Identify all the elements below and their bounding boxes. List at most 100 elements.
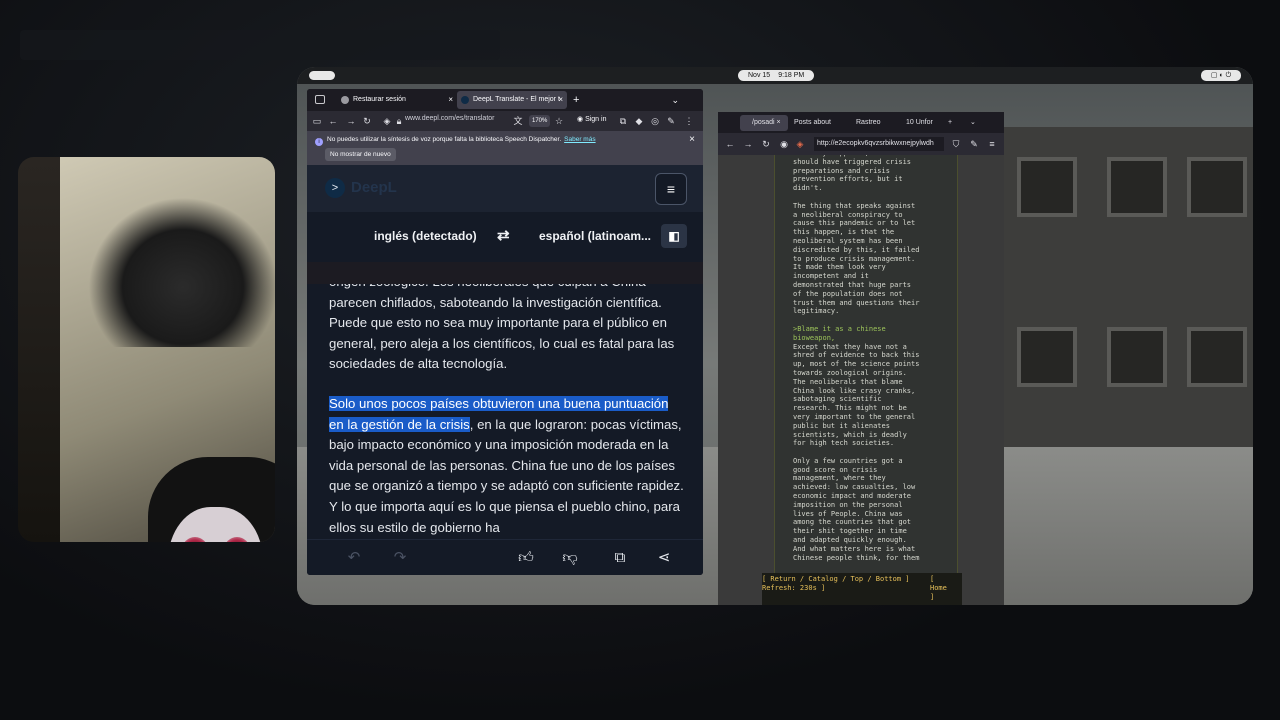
post-line xyxy=(793,193,943,202)
building-window xyxy=(1017,157,1077,217)
deepl-logo-text[interactable]: DeepL xyxy=(351,179,397,196)
tab-posadi[interactable]: /posadi × xyxy=(740,115,788,131)
shield-icon[interactable]: ◈ xyxy=(794,137,806,151)
workspace-indicator[interactable] xyxy=(309,71,335,80)
post-line: didn't. xyxy=(793,184,823,193)
deepl-header: > DeepL ≡ xyxy=(307,165,703,212)
panel-toggle-icon[interactable]: ◧ xyxy=(661,224,687,248)
undo-icon[interactable]: ↶ xyxy=(343,547,365,569)
language-bar: inglés (detectado) ⇄ español (latinoam..… xyxy=(307,212,703,262)
reload-icon[interactable]: ↻ xyxy=(760,137,772,151)
paragraph-text: , en la que lograron: pocas víctimas, ba… xyxy=(329,416,684,535)
tab-label: DeepL Translate - El mejor t xyxy=(473,96,560,103)
hamburger-menu-button[interactable]: ≡ xyxy=(655,173,687,205)
translation-output[interactable]: origen zoológico. Los neoliberales que c… xyxy=(307,284,703,539)
sign-in-button[interactable]: ◉ Sign in xyxy=(577,115,606,123)
back-icon[interactable]: ← xyxy=(724,137,736,151)
post-line: to produce crisis management. xyxy=(793,254,916,263)
extension-icon[interactable]: ⧉ xyxy=(617,114,629,128)
post-line: imposition on the personal xyxy=(793,500,903,509)
tab-rastreo[interactable]: Rastreo xyxy=(856,115,890,131)
clock-date: Nov 15 xyxy=(748,72,771,79)
tab-list-button[interactable]: ⌄ xyxy=(671,91,679,109)
post-line: this happen, is that the xyxy=(793,228,895,237)
clock-time: 9:18 PM xyxy=(778,72,805,79)
url-bar[interactable]: http://e2ecopkv6qvzsrbikwxnejpylwdh xyxy=(814,137,944,151)
imageboard-browser-window: /posadi × Posts about Rastreo 10 Unfor +… xyxy=(718,112,1004,605)
nav-toolbar: ← → ↻ ◉ ◈ http://e2ecopkv6qvzsrbikwxnejp… xyxy=(718,133,1004,155)
new-tab-button[interactable]: + xyxy=(573,91,579,109)
tab-label: /posadi xyxy=(752,119,775,126)
menu-icon[interactable]: ≡ xyxy=(986,137,998,151)
overflow-menu-icon[interactable]: ⋮ xyxy=(683,114,695,128)
dont-show-again-button[interactable]: No mostrar de nuevo xyxy=(325,148,396,161)
extension-icon[interactable]: ✎ xyxy=(665,114,677,128)
clock[interactable]: Nov 15 9:18 PM xyxy=(738,70,815,81)
post-line: a neoliberal conspiracy to xyxy=(793,210,903,219)
redo-icon[interactable]: ↷ xyxy=(389,547,411,569)
learn-more-link[interactable]: Saber más xyxy=(564,136,595,143)
source-language-select[interactable]: inglés (detectado) xyxy=(374,229,477,243)
post-line: management, where they xyxy=(793,474,886,483)
building-window xyxy=(1187,327,1247,387)
zoom-indicator[interactable]: 170% xyxy=(529,115,551,127)
post-line: And what matters here is what xyxy=(793,544,916,553)
tab-unfor[interactable]: 10 Unfor xyxy=(906,115,940,131)
bookmark-star-icon[interactable]: ☆ xyxy=(553,114,565,128)
thumbs-down-icon[interactable]: 👎︎ xyxy=(559,547,581,569)
system-tray[interactable]: ▢ ◐ ⏻ xyxy=(1201,70,1241,81)
translate-icon[interactable]: 文 xyxy=(512,114,524,128)
post-line: Only a few countries got a xyxy=(793,456,903,465)
post-line: their shit together in time xyxy=(793,527,907,536)
post-line xyxy=(793,448,943,457)
building-window xyxy=(1107,157,1167,217)
swap-languages-button[interactable]: ⇄ xyxy=(497,226,510,244)
back-icon[interactable]: ← xyxy=(327,114,339,128)
building-window xyxy=(1017,327,1077,387)
security-icon[interactable]: ⛉ xyxy=(950,137,962,151)
sign-in-label: Sign in xyxy=(585,116,607,123)
tab-posts-about[interactable]: Posts about xyxy=(794,115,836,131)
sidebar-icon[interactable]: ▭ xyxy=(311,114,323,128)
copy-icon[interactable]: ⧉ xyxy=(609,547,631,569)
forward-icon[interactable]: → xyxy=(742,137,754,151)
shield-icon[interactable]: ◈ xyxy=(381,114,393,128)
post-line: cause this pandemic or to let xyxy=(793,219,916,228)
tab-restore-session[interactable]: Restaurar sesión × xyxy=(337,91,457,109)
lock-icon: 🔒︎ xyxy=(396,116,402,126)
tab-deepl[interactable]: DeepL Translate - El mejor t × xyxy=(457,91,567,109)
forward-icon[interactable]: → xyxy=(345,114,357,128)
post-line: Except that they have not a xyxy=(793,342,907,351)
post-line: legitimacy. xyxy=(793,307,840,316)
onion-icon[interactable]: ◉ xyxy=(778,137,790,151)
extension-orange-icon[interactable]: ◎ xyxy=(649,114,661,128)
new-tab-button[interactable]: + xyxy=(948,115,958,131)
notification-text: No puedes utilizar la síntesis de voz po… xyxy=(327,136,562,143)
extension-purple-icon[interactable]: ◆ xyxy=(633,114,645,128)
close-icon[interactable]: × xyxy=(558,91,563,109)
sidebar-toggle-icon[interactable] xyxy=(315,95,325,104)
share-icon[interactable]: ⋖ xyxy=(653,547,675,569)
deepl-logo-icon[interactable]: > xyxy=(325,178,345,198)
building-window xyxy=(1107,327,1167,387)
translation-actions: ↶ ↷ 👍︎ 👎︎ ⧉ ⋖ xyxy=(307,539,703,575)
tab-list-button[interactable]: ⌄ xyxy=(970,115,980,131)
info-icon: i xyxy=(315,138,323,146)
post-line: The thing that speaks against xyxy=(793,201,916,210)
target-language-select[interactable]: español (latinoam... xyxy=(539,229,651,243)
thread-footer: [ Return / Catalog / Top / Bottom ] Refr… xyxy=(762,573,962,605)
background-blurred-toolbar xyxy=(20,30,500,60)
close-icon[interactable]: × xyxy=(448,91,453,109)
thumbs-up-icon[interactable]: 👍︎ xyxy=(515,547,537,569)
post-line: prevention efforts, but it xyxy=(793,175,903,184)
home-link[interactable]: [ Home ] xyxy=(930,575,954,602)
mask-eye-right xyxy=(224,537,250,542)
extension-icon[interactable]: ✎ xyxy=(968,137,980,151)
close-icon[interactable]: × xyxy=(689,134,695,145)
url-bar[interactable]: www.deepl.com/es/translator xyxy=(405,115,494,122)
desktop-screen: Nov 15 9:18 PM ▢ ◐ ⏻ Restaurar sesión × D… xyxy=(297,67,1253,605)
post-line: for high tech societies. xyxy=(793,439,895,448)
post-line: sabotaging scientific xyxy=(793,395,882,404)
reload-icon[interactable]: ↻ xyxy=(361,114,373,128)
translation-paragraph: origen zoológico. Los neoliberales que c… xyxy=(329,284,675,372)
